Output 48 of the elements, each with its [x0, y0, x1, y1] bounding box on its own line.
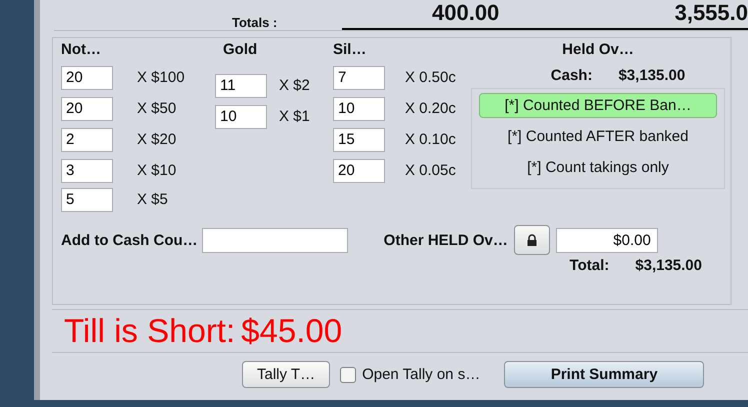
denomination-label: X 0.05c [405, 162, 456, 179]
count-mode-option[interactable]: [*] Counted AFTER banked [479, 124, 717, 149]
denomination-label: X $10 [137, 162, 176, 179]
total-label: Total: [570, 257, 610, 274]
tally-button[interactable]: Tally T… [242, 361, 330, 388]
column-header: Held Ov… [562, 40, 634, 60]
short-amount: $45.00 [241, 312, 342, 350]
count-field[interactable]: 20 [61, 96, 113, 120]
cash-label: Cash: [550, 66, 592, 84]
totals-value: 3,555.0 [652, 0, 748, 30]
other-held-field[interactable]: $0.00 [556, 228, 658, 252]
add-to-cash-field[interactable] [202, 228, 348, 252]
count-mode-option[interactable]: [*] Count takings only [479, 155, 717, 180]
column-header: Sil… [333, 40, 368, 60]
count-field[interactable]: 10 [215, 104, 267, 128]
count-field[interactable]: 11 [215, 74, 267, 98]
denomination-label: X $2 [279, 77, 310, 94]
add-to-cash-label: Add to Cash Cou… [61, 232, 198, 248]
column-header: Gold [222, 40, 258, 60]
other-held-label: Other HELD Ov… [384, 232, 508, 248]
denomination-label: X 0.50c [405, 69, 456, 86]
count-field[interactable]: 2 [61, 128, 113, 152]
totals-value: 400.00 [342, 0, 652, 30]
count-field[interactable]: 3 [61, 158, 113, 182]
count-field[interactable]: 5 [61, 188, 113, 212]
denomination-label: X $5 [137, 191, 168, 208]
total-value: $3,135.00 [635, 257, 702, 274]
denomination-label: X $50 [137, 100, 176, 117]
denomination-label: X $1 [279, 108, 310, 125]
count-field[interactable]: 20 [333, 158, 385, 182]
denomination-label: X $20 [137, 131, 176, 148]
totals-label: Totals : [232, 15, 278, 30]
denomination-label: X $100 [137, 69, 185, 86]
cash-value: $3,135.00 [618, 66, 686, 84]
count-field[interactable]: 7 [333, 66, 385, 90]
denomination-label: X 0.10c [405, 131, 456, 148]
count-mode-option[interactable]: [*] Counted BEFORE Ban… [479, 93, 717, 118]
lock-icon [526, 234, 538, 246]
column-header: Not… [61, 40, 102, 60]
till-status-label: Till is Short: [64, 312, 236, 350]
lock-button[interactable] [514, 225, 550, 255]
denomination-label: X 0.20c [405, 100, 456, 117]
count-field[interactable]: 10 [333, 96, 385, 120]
count-field[interactable]: 15 [333, 128, 385, 152]
print-summary-button[interactable]: Print Summary [504, 361, 704, 388]
open-tally-label[interactable]: Open Tally on s… [362, 366, 480, 383]
count-field[interactable]: 20 [61, 66, 113, 90]
open-tally-checkbox[interactable] [340, 366, 356, 382]
